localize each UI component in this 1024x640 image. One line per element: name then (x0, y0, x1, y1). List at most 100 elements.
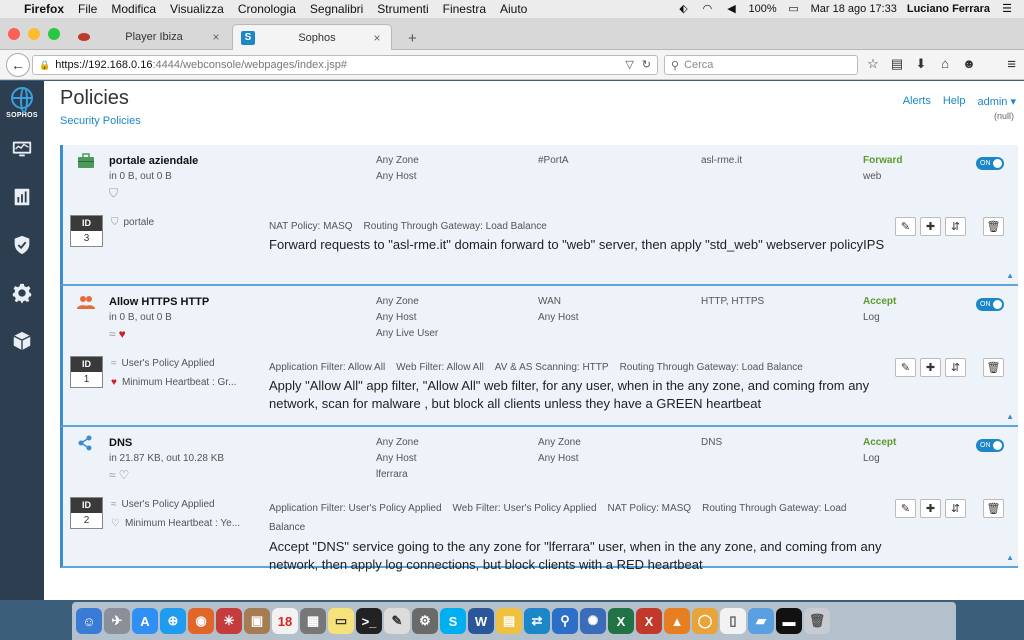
policy-name[interactable]: portale aziendale (109, 155, 198, 167)
zoom-window-button[interactable] (48, 28, 60, 40)
system-preferences-icon[interactable]: ⚙ (412, 608, 438, 634)
calculator-icon[interactable]: ▦ (300, 608, 326, 634)
contacts-icon[interactable]: ▣ (244, 608, 270, 634)
network-icon[interactable]: ✺ (580, 608, 606, 634)
calendar-icon[interactable]: 18 (272, 608, 298, 634)
move-arrows-icon[interactable]: ⇵ (945, 217, 966, 236)
heartbeat-requirement: Minimum Heartbeat : Ye... (124, 518, 241, 529)
search-bar[interactable]: ⚲ Cerca (664, 55, 858, 75)
move-arrows-icon[interactable]: ⇵ (945, 499, 966, 518)
add-plus-icon[interactable]: ✚ (920, 217, 941, 236)
add-plus-icon[interactable]: ✚ (920, 358, 941, 377)
vlc-icon[interactable]: ▲ (664, 608, 690, 634)
app-icon-2[interactable]: ◯ (692, 608, 718, 634)
url-bar[interactable]: 🔒 https://192.168.0.16 :4444/webconsole/… (32, 55, 658, 75)
collapse-arrow-icon[interactable]: ▲ (1006, 271, 1014, 280)
sidebar-item-reports[interactable] (0, 173, 44, 221)
teamviewer-icon[interactable]: ⇄ (524, 608, 550, 634)
user-name[interactable]: Luciano Ferrara (907, 3, 990, 15)
sophos-logo[interactable]: SOPHOS (0, 81, 44, 125)
hamburger-menu-icon[interactable]: ≡ (1007, 56, 1016, 73)
tab-sophos[interactable]: S Sophos × (232, 24, 392, 50)
edit-pencil-icon[interactable]: ✎ (895, 217, 916, 236)
trash-icon[interactable]: 🗑 (804, 608, 830, 634)
document-icon[interactable]: ▯ (720, 608, 746, 634)
back-button[interactable]: ← (6, 53, 30, 77)
dropbox-icon[interactable]: ⬖ (676, 3, 690, 15)
tab-player-ibiza[interactable]: Player Ibiza × (70, 24, 230, 50)
menu-finestra[interactable]: Finestra (443, 2, 486, 16)
crossover-icon[interactable]: X (636, 608, 662, 634)
bookmark-star-icon[interactable]: ☆ (866, 56, 880, 72)
lock-icon[interactable]: 🔒 (39, 60, 50, 71)
menu-cronologia[interactable]: Cronologia (238, 2, 296, 16)
menu-modifica[interactable]: Modifica (111, 2, 156, 16)
policy-row[interactable]: portale aziendale in 0 B, out 0 B ⛉ Any … (60, 145, 1018, 286)
menu-app-firefox[interactable]: Firefox (24, 2, 64, 16)
policy-row[interactable]: Allow HTTPS HTTP in 0 B, out 0 B ≈ ♥ Any … (60, 286, 1018, 427)
reading-list-icon[interactable]: ▤ (890, 56, 904, 72)
sidebar-item-monitor[interactable] (0, 125, 44, 173)
wifi-icon[interactable]: ◠ (700, 3, 714, 15)
app-icon-1[interactable]: ✳ (216, 608, 242, 634)
dropdown-arrow-icon[interactable]: ▽ (625, 58, 633, 71)
alerts-link[interactable]: Alerts (903, 95, 931, 108)
directory-utility-icon[interactable]: ⚲ (552, 608, 578, 634)
skype-icon[interactable]: S (440, 608, 466, 634)
app-store-icon[interactable]: A (132, 608, 158, 634)
firefox-icon[interactable]: ◉ (188, 608, 214, 634)
policy-name[interactable]: DNS (109, 437, 132, 449)
launchpad-icon[interactable]: ✈ (104, 608, 130, 634)
menu-segnalibri[interactable]: Segnalibri (310, 2, 363, 16)
services: DNS (701, 437, 723, 448)
notes-icon[interactable]: ▭ (328, 608, 354, 634)
word-icon[interactable]: W (468, 608, 494, 634)
datetime[interactable]: Mar 18 ago 17:33 (811, 3, 897, 15)
delete-trash-icon[interactable]: 🗑 (983, 499, 1004, 518)
sidebar-item-configure[interactable] (0, 269, 44, 317)
tab-close-icon[interactable]: × (369, 31, 385, 45)
menu-strumenti[interactable]: Strumenti (377, 2, 428, 16)
preview-icon[interactable]: ▤ (496, 608, 522, 634)
sidebar-item-protect[interactable] (0, 221, 44, 269)
edit-pencil-icon[interactable]: ✎ (895, 358, 916, 377)
excel-icon[interactable]: X (608, 608, 634, 634)
menu-aiuto[interactable]: Aiuto (500, 2, 527, 16)
hello-icon[interactable]: ☻ (962, 56, 976, 72)
add-plus-icon[interactable]: ✚ (920, 499, 941, 518)
source-host: Any Host (376, 453, 417, 464)
safari-icon[interactable]: ⊕ (160, 608, 186, 634)
edit-pencil-icon[interactable]: ✎ (895, 499, 916, 518)
policy-row[interactable]: DNS in 21.87 KB, out 10.28 KB ≈ ♡ Any Zon… (60, 427, 1018, 572)
policy-enabled-toggle[interactable]: ON (976, 157, 1004, 170)
collapse-arrow-icon[interactable]: ▲ (1006, 553, 1014, 562)
tab-close-icon[interactable]: × (208, 30, 224, 44)
move-arrows-icon[interactable]: ⇵ (945, 358, 966, 377)
textedit-icon[interactable]: ✎ (384, 608, 410, 634)
delete-trash-icon[interactable]: 🗑 (983, 217, 1004, 236)
help-link[interactable]: Help (943, 95, 966, 108)
home-icon[interactable]: ⌂ (938, 56, 952, 72)
policy-enabled-toggle[interactable]: ON (976, 298, 1004, 311)
policy-enabled-toggle[interactable]: ON (976, 439, 1004, 452)
terminal-icon[interactable]: >_ (356, 608, 382, 634)
notification-center-icon[interactable]: ☰ (1000, 3, 1014, 15)
volume-icon[interactable]: ◀ (724, 3, 738, 15)
finder-icon[interactable]: ☺ (76, 608, 102, 634)
folder-icon[interactable]: ▰ (748, 608, 774, 634)
admin-menu[interactable]: admin ▾ (977, 95, 1016, 108)
menu-visualizza[interactable]: Visualizza (170, 2, 224, 16)
downloads-icon[interactable]: ⬇ (914, 56, 928, 72)
battery-icon[interactable]: ▭ (787, 3, 801, 15)
reload-icon[interactable]: ↻ (642, 58, 651, 71)
close-window-button[interactable] (8, 28, 20, 40)
new-tab-button[interactable]: + (408, 30, 417, 47)
delete-trash-icon[interactable]: 🗑 (983, 358, 1004, 377)
sidebar-item-objects[interactable] (0, 317, 44, 365)
breadcrumb-security-policies[interactable]: Security Policies (60, 115, 141, 127)
policy-name[interactable]: Allow HTTPS HTTP (109, 296, 209, 308)
menu-file[interactable]: File (78, 2, 97, 16)
collapse-arrow-icon[interactable]: ▲ (1006, 412, 1014, 421)
minimize-window-button[interactable] (28, 28, 40, 40)
screen-icon[interactable]: ▬ (776, 608, 802, 634)
